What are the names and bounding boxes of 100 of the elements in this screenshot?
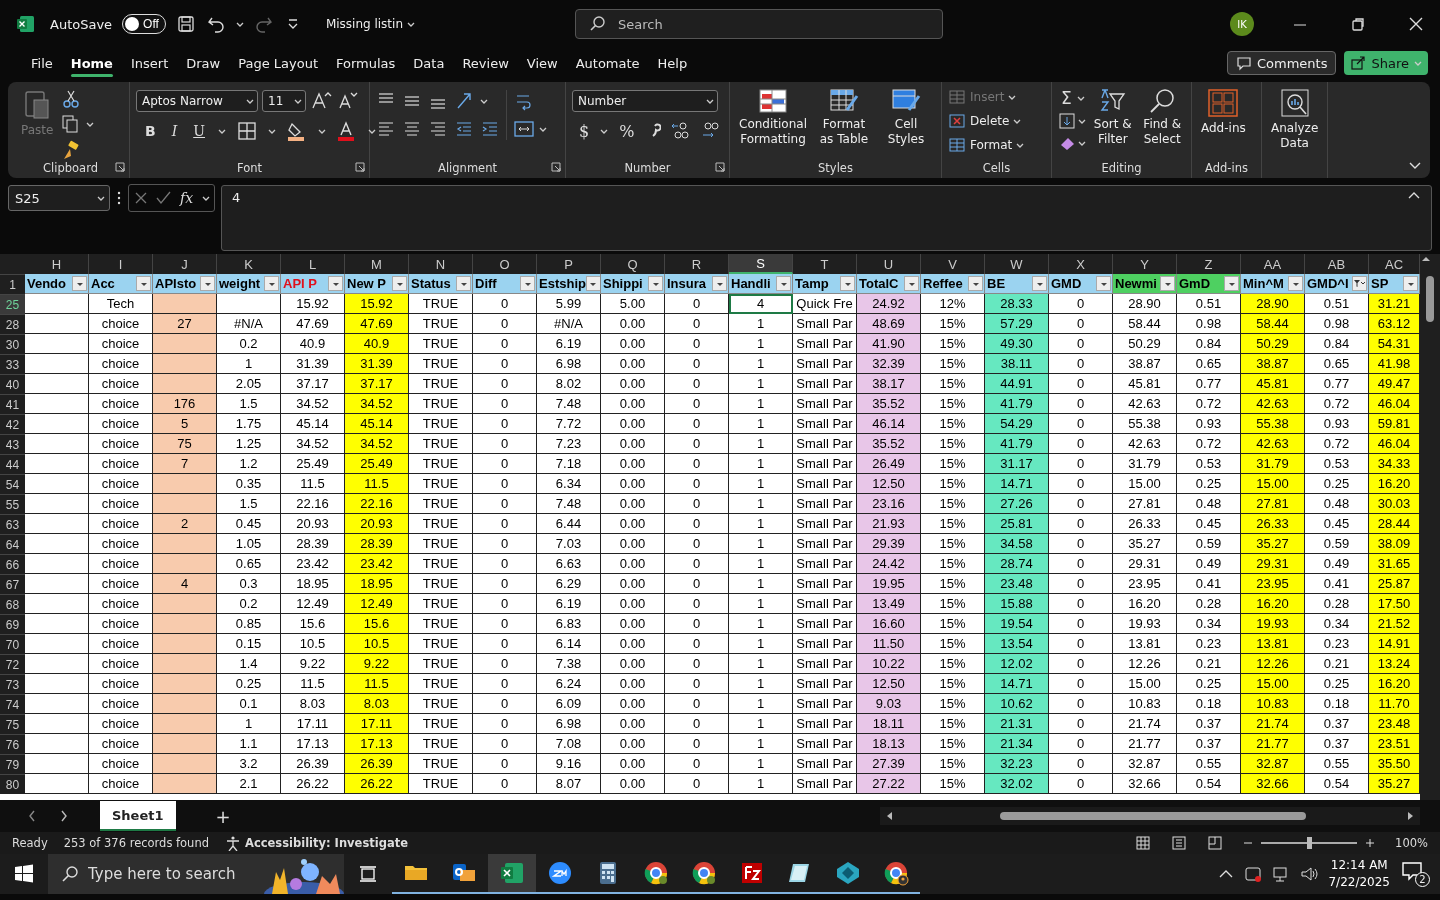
column-letter[interactable]: T <box>793 254 857 274</box>
next-sheet-icon[interactable] <box>59 809 69 823</box>
windows-start-icon[interactable] <box>14 864 34 884</box>
column-letter[interactable]: AB <box>1305 254 1369 274</box>
filter-button[interactable] <box>1160 276 1175 291</box>
ribbon-tab[interactable]: Home <box>61 51 122 75</box>
cancel-icon[interactable] <box>133 190 149 206</box>
column-letter[interactable]: J <box>153 254 217 274</box>
row-number[interactable]: 64 <box>0 534 25 554</box>
caret-icon[interactable] <box>218 127 226 135</box>
row-number[interactable]: 33 <box>0 354 25 374</box>
filter-button[interactable] <box>200 276 215 291</box>
name-box[interactable]: S25 <box>8 185 110 211</box>
row-number[interactable]: 30 <box>0 334 25 354</box>
row-number[interactable]: 28 <box>0 314 25 334</box>
taskbar-search-field[interactable]: Type here to search <box>48 854 264 894</box>
row-number[interactable]: 63 <box>0 514 25 534</box>
restore-icon[interactable] <box>1349 15 1367 33</box>
ribbon-tab[interactable]: Draw <box>177 51 230 75</box>
filter-button[interactable] <box>520 276 535 291</box>
row-number[interactable]: 54 <box>0 474 25 494</box>
caret-icon[interactable] <box>407 20 416 28</box>
ribbon-tab[interactable]: Review <box>453 51 518 75</box>
dialog-launcher-icon[interactable] <box>115 162 125 172</box>
style-button[interactable]: Conditional Formatting <box>736 86 810 149</box>
column-letter[interactable]: X <box>1049 254 1113 274</box>
caret-icon[interactable] <box>706 97 714 105</box>
column-letter[interactable]: M <box>345 254 409 274</box>
column-letter[interactable]: W <box>985 254 1049 274</box>
previous-sheet-icon[interactable] <box>27 809 37 823</box>
column-letter[interactable]: L <box>281 254 345 274</box>
notifications-button[interactable]: 2 <box>1400 859 1432 889</box>
comments-button[interactable]: Comments <box>1227 51 1337 75</box>
zoom-slider-thumb[interactable] <box>1307 837 1313 849</box>
font-name-dropdown[interactable]: Aptos Narrow <box>136 90 258 112</box>
row-number[interactable]: 73 <box>0 674 25 694</box>
filter-button[interactable] <box>648 276 663 291</box>
column-letter[interactable]: V <box>921 254 985 274</box>
filter-button[interactable] <box>1224 276 1239 291</box>
font-size-dropdown[interactable]: 11 <box>262 90 306 112</box>
dialog-launcher-icon[interactable] <box>355 162 365 172</box>
filter-button[interactable] <box>456 276 471 291</box>
editing-button[interactable]: Find & Select <box>1139 86 1185 149</box>
row-number[interactable]: 25 <box>0 294 25 314</box>
ribbon-tab[interactable]: Automate <box>566 51 649 75</box>
cells-button[interactable]: Format <box>948 136 1025 154</box>
row-number[interactable]: 41 <box>0 394 25 414</box>
number-format-dropdown[interactable]: Number <box>572 90 718 112</box>
filter-button[interactable] <box>968 276 983 291</box>
insert-function-button[interactable]: fx <box>177 190 197 206</box>
style-button[interactable]: Cell Styles <box>878 86 934 149</box>
bold-button[interactable]: B <box>142 123 159 139</box>
filter-button[interactable] <box>392 276 407 291</box>
more-options-icon[interactable] <box>116 190 122 206</box>
filter-button[interactable] <box>585 276 600 291</box>
cells-button[interactable]: Delete <box>948 112 1022 130</box>
percent-button[interactable]: % <box>616 121 638 141</box>
sheet-tab[interactable]: Sheet1 <box>100 801 176 831</box>
row-number[interactable]: 68 <box>0 594 25 614</box>
speaker-icon[interactable] <box>1300 865 1319 883</box>
add-sheet-button[interactable]: + <box>209 804 237 828</box>
caret-icon[interactable] <box>86 120 95 128</box>
column-letter[interactable]: Z <box>1177 254 1241 274</box>
column-letter[interactable]: S <box>729 254 793 274</box>
row-number[interactable]: 43 <box>0 434 25 454</box>
filter-button[interactable] <box>1032 276 1047 291</box>
scroll-up-icon[interactable] <box>1420 254 1432 264</box>
caret-icon[interactable] <box>294 97 302 105</box>
dialog-launcher-icon[interactable] <box>715 162 725 172</box>
row-number[interactable]: 70 <box>0 634 25 654</box>
page-layout-icon[interactable] <box>1171 835 1188 851</box>
autosum-button[interactable]: Σ <box>1058 88 1075 108</box>
caret-icon[interactable] <box>480 97 488 105</box>
column-letter[interactable]: Q <box>601 254 665 274</box>
collapse-ribbon-icon[interactable] <box>1408 160 1422 170</box>
analyze-data-button[interactable]: Analyze Data <box>1268 86 1322 153</box>
ribbon-tab[interactable]: Insert <box>121 51 178 75</box>
column-letter[interactable]: Y <box>1113 254 1177 274</box>
filter-button[interactable] <box>1288 276 1303 291</box>
filter-button[interactable] <box>1352 276 1367 291</box>
row-number[interactable]: 79 <box>0 754 25 774</box>
caret-icon[interactable] <box>539 125 547 133</box>
caret-icon[interactable] <box>1016 141 1025 149</box>
column-letter[interactable]: P <box>537 254 601 274</box>
editing-button[interactable]: Sort & Filter <box>1090 86 1136 149</box>
column-letter[interactable]: AC <box>1369 254 1420 274</box>
ribbon-tab[interactable]: File <box>22 51 62 75</box>
column-letter[interactable]: K <box>217 254 281 274</box>
caret-icon[interactable] <box>268 127 276 135</box>
row-number[interactable]: 72 <box>0 654 25 674</box>
caret-icon[interactable] <box>1078 139 1086 147</box>
ribbon-tab[interactable]: Page Layout <box>229 51 327 75</box>
filter-button[interactable] <box>1096 276 1111 291</box>
dialog-launcher-icon[interactable] <box>551 162 561 172</box>
search-field[interactable]: Search <box>575 9 944 39</box>
task-view-icon[interactable] <box>358 864 378 884</box>
ribbon-tab[interactable]: Help <box>648 51 697 75</box>
column-letter[interactable]: U <box>857 254 921 274</box>
row-number[interactable]: 80 <box>0 774 25 794</box>
currency-button[interactable]: $ <box>576 121 593 141</box>
